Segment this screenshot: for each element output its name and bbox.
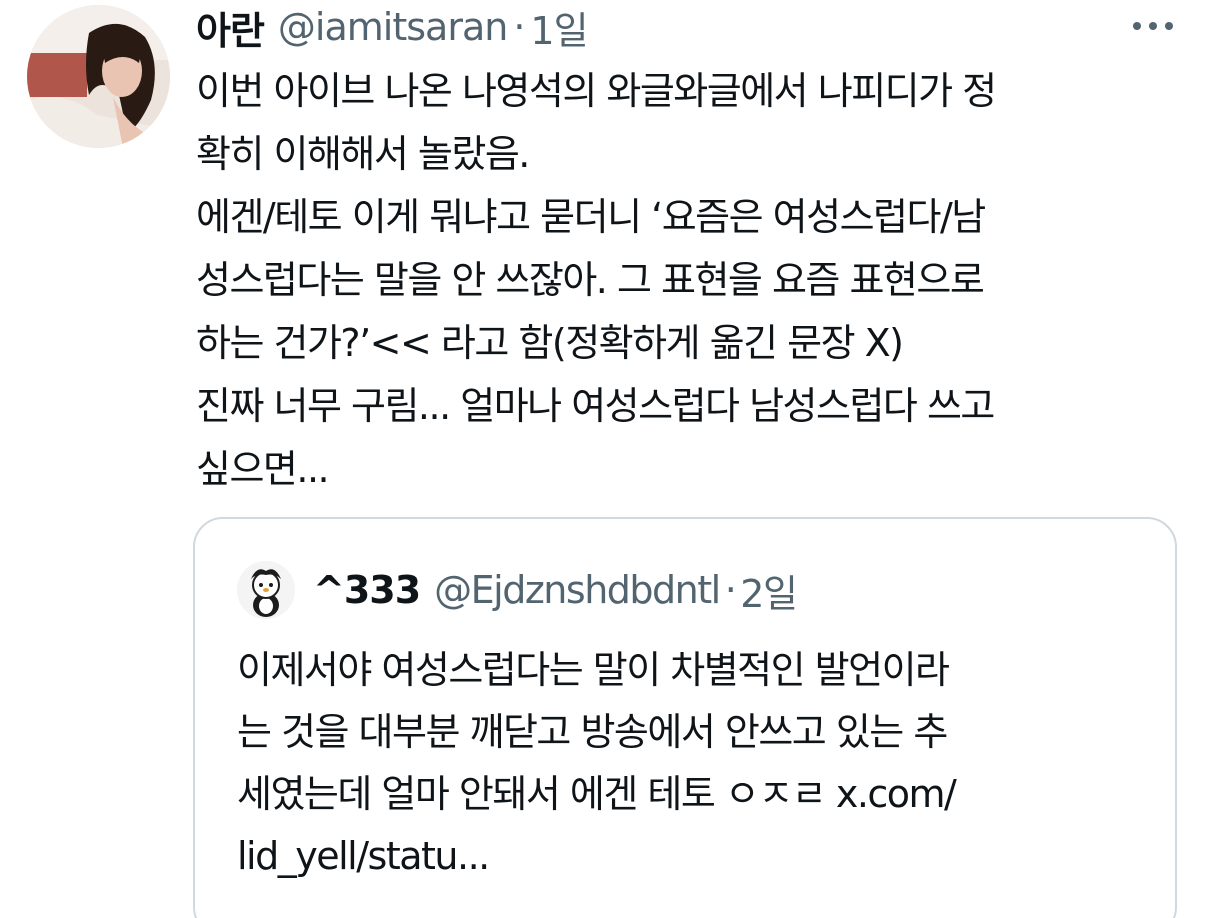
quoted-text-line: 세였는데 얼마 안돼서 에겐 테토 ㅇㅈㄹ x.com/ [237, 772, 957, 816]
quoted-text-line: lid_yell/statu... [237, 834, 490, 878]
tweet-timestamp[interactable]: 1일 [530, 0, 588, 55]
tweet-text-line: 에겐/테토 이게 뭐냐고 묻더니 ‘요즘은 여성스럽다/남 [196, 195, 986, 239]
quoted-author-handle[interactable]: @Ejdznshdbdntl [434, 568, 721, 612]
quoted-author-avatar[interactable] [237, 561, 295, 619]
quoted-text-line: 는 것을 대부분 깨닫고 방송에서 안쓰고 있는 추 [237, 710, 948, 754]
tweet-text-line: 싶으면... [196, 447, 330, 491]
quoted-author-name[interactable]: ^333 [313, 568, 421, 612]
tweet-text-line: 성스럽다는 말을 안 쓰잖아. 그 표현을 요즘 표현으로 [196, 258, 985, 302]
tweet-text-line: 확히 이해해서 놀랐음. [196, 132, 530, 176]
tweet-text-line: 진짜 너무 구림... 얼마나 여성스럽다 남성스럽다 쓰고 [196, 384, 995, 428]
separator-dot: · [724, 568, 737, 612]
author-handle[interactable]: @iamitsaran [278, 5, 508, 49]
tweet-text-line: 하는 건가?’<< 라고 함(정확하게 옮긴 문장 X) [196, 321, 904, 365]
quoted-tweet-card[interactable]: ^333 @Ejdznshdbdntl · 2일 이제서야 여성스럽다는 말이 … [193, 517, 1177, 918]
separator-dot: · [513, 5, 525, 49]
tweet-header: 아란 @iamitsaran · 1일 [196, 0, 589, 55]
quoted-tweet-header: ^333 @Ejdznshdbdntl · 2일 [313, 563, 798, 618]
quoted-tweet-timestamp[interactable]: 2일 [740, 563, 798, 618]
quoted-tweet-body: 이제서야 여성스럽다는 말이 차별적인 발언이라 는 것을 대부분 깨닫고 방송… [237, 639, 1157, 887]
tweet-body: 이번 아이브 나온 나영석의 와글와글에서 나피디가 정 확히 이해해서 놀랐음… [196, 60, 1186, 501]
tweet-text-line: 이번 아이브 나온 나영석의 와글와글에서 나피디가 정 [196, 69, 997, 113]
author-avatar[interactable] [27, 5, 170, 148]
cartoon-character-avatar [237, 561, 295, 619]
profile-photo [27, 5, 170, 148]
author-name[interactable]: 아란 [196, 0, 265, 55]
more-horizontal-icon[interactable] [1128, 13, 1178, 39]
quoted-text-line: 이제서야 여성스럽다는 말이 차별적인 발언이라 [237, 648, 950, 692]
